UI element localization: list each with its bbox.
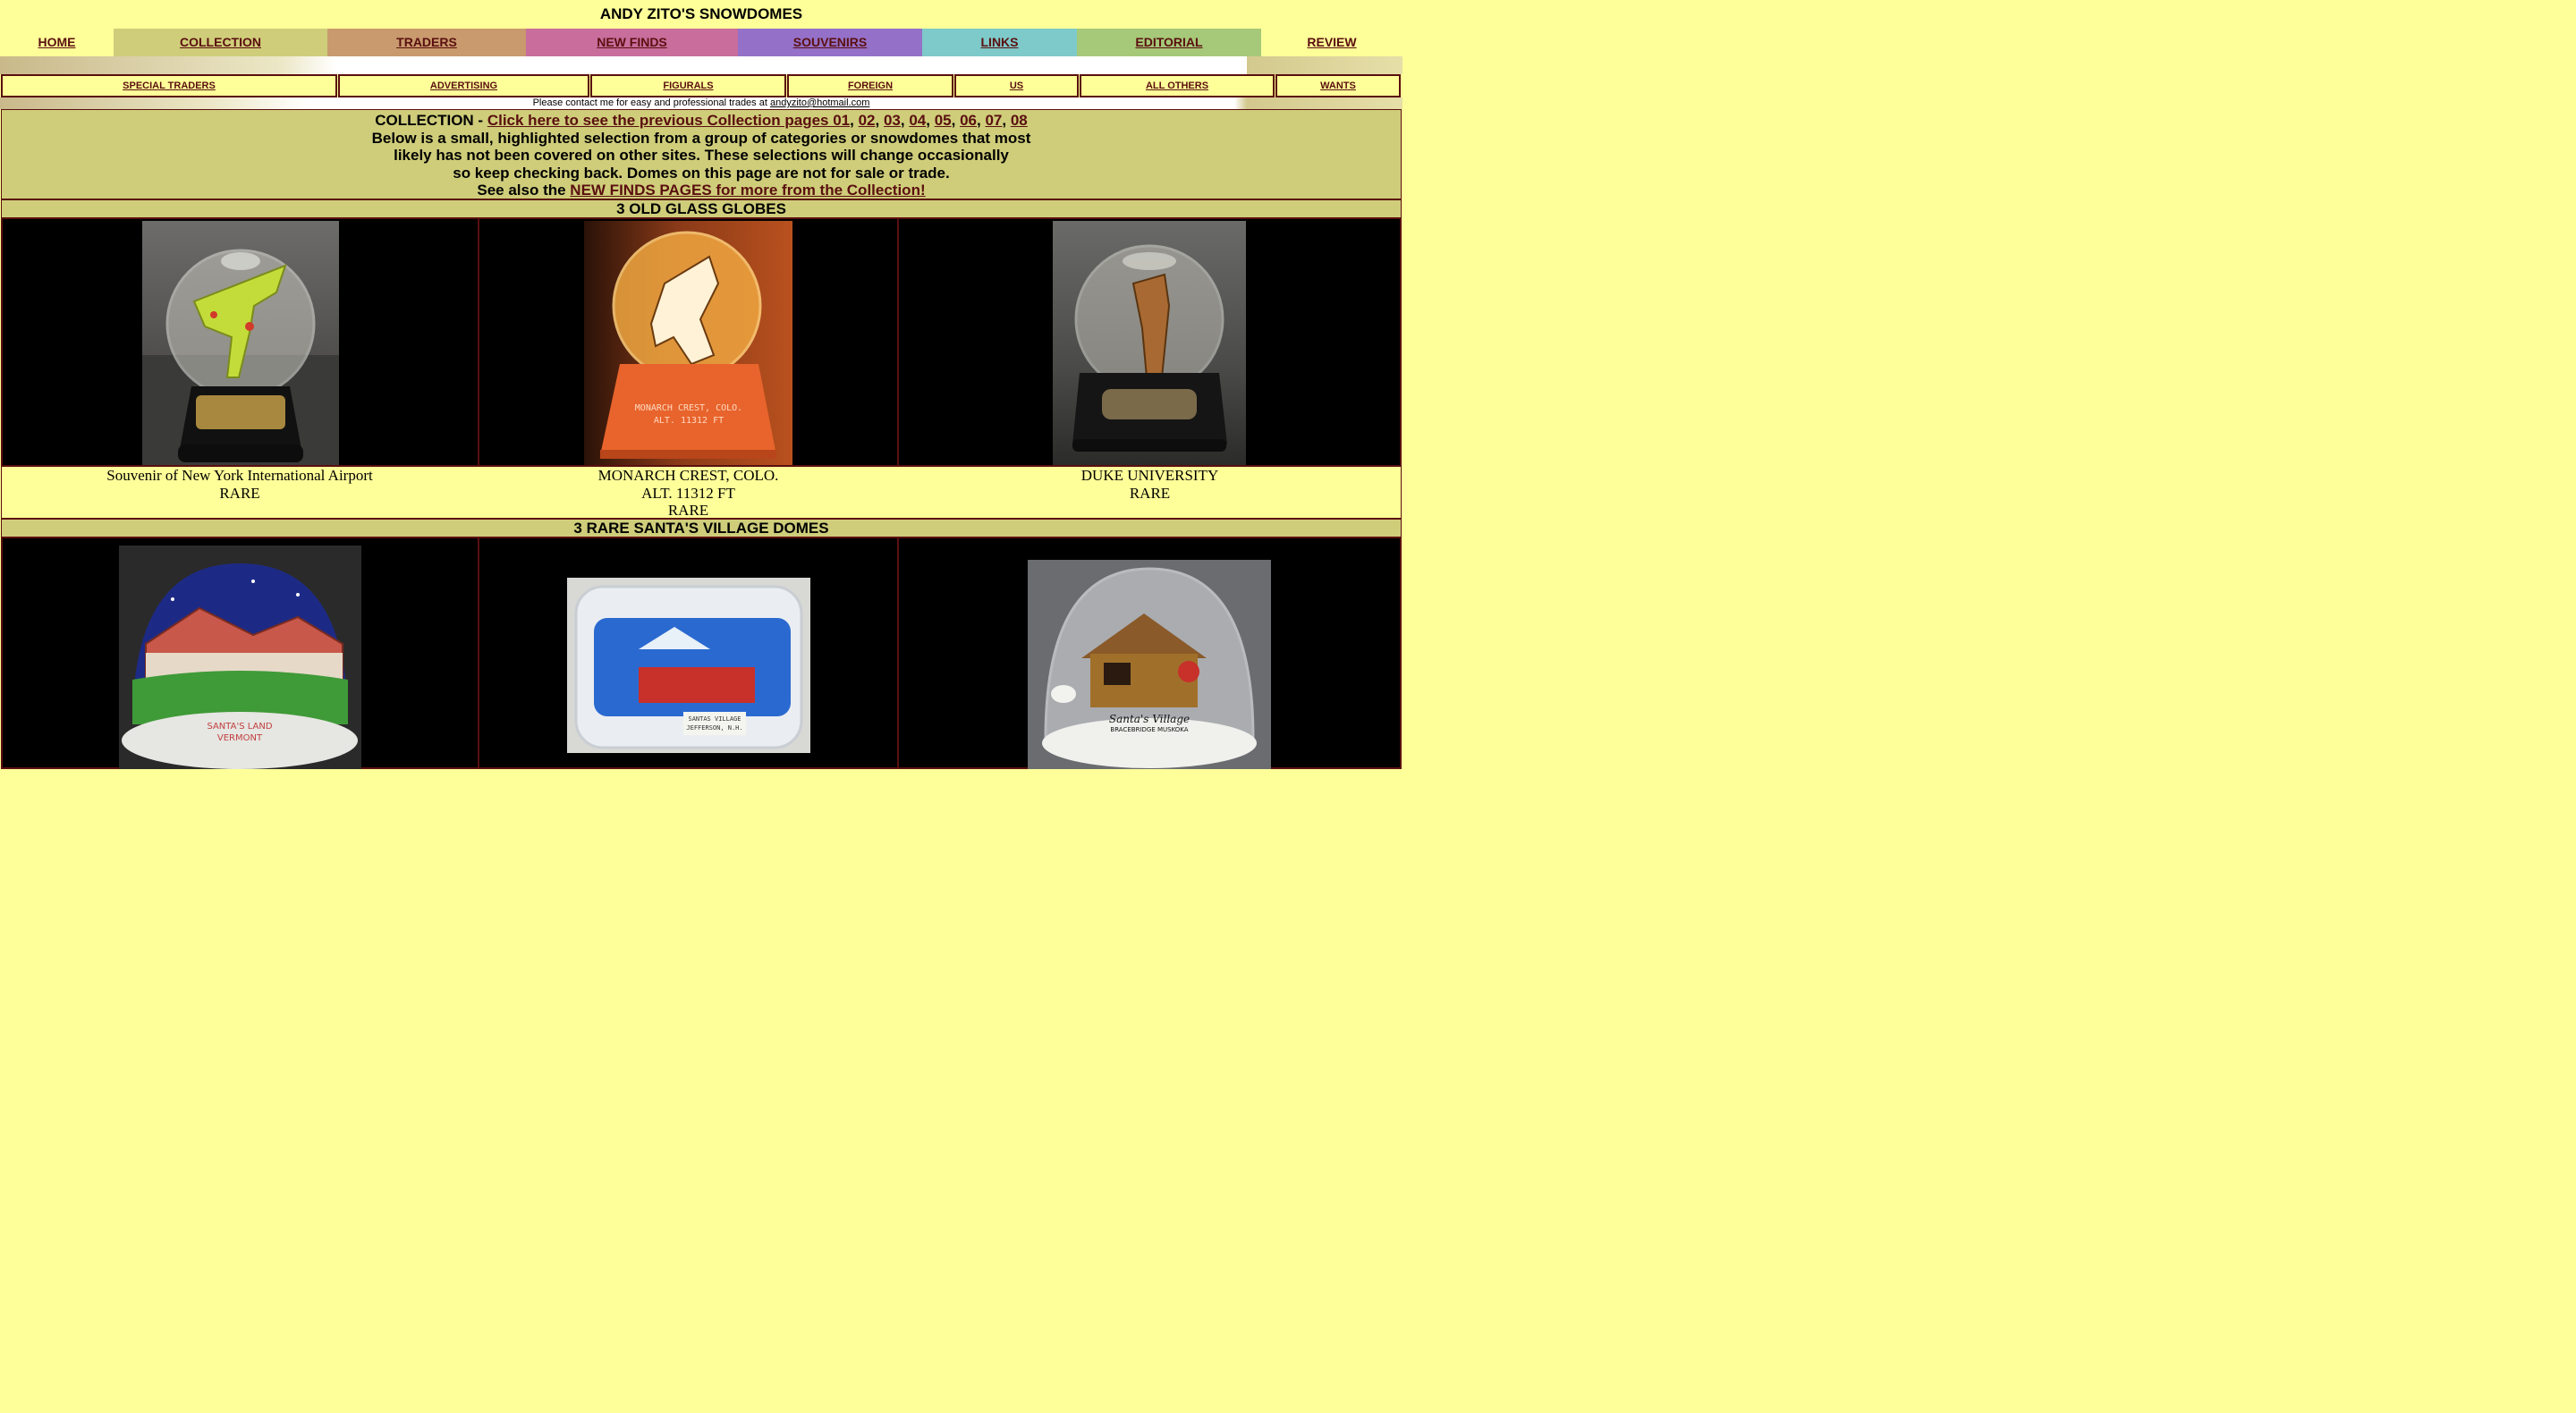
monarch-base-label: MONARCH CREST, COLO.: [635, 403, 742, 413]
santas-land-dome-image: SANTA'S LAND VERMONT: [122, 563, 358, 769]
snowdome-photo-jefferson[interactable]: SANTAS VILLAGE JEFFERSON, N.H.: [567, 578, 810, 753]
sub-nav: SPECIAL TRADERS ADVERTISING FIGURALS FOR…: [0, 74, 1402, 97]
bracebridge-label-2: BRACEBRIDGE MUSKOKA: [1110, 726, 1188, 733]
subnav-us[interactable]: US: [954, 74, 1079, 97]
santas-land-label: SANTA'S LAND: [207, 722, 272, 732]
page-link-05[interactable]: 05: [935, 112, 952, 129]
monarch-crest-globe-image: MONARCH CREST, COLO. ALT. 11312 FT: [600, 231, 776, 459]
jefferson-label: SANTAS VILLAGE: [688, 715, 741, 723]
nav-new-finds[interactable]: NEW FINDS: [526, 29, 738, 56]
subnav-foreign[interactable]: FOREIGN: [787, 74, 953, 97]
airport-globe-image: [142, 249, 339, 465]
contact-email-link[interactable]: andyzito@hotmail.com: [770, 97, 869, 108]
jefferson-dome-image: SANTAS VILLAGE JEFFERSON, N.H.: [574, 585, 803, 749]
subnav-wants[interactable]: WANTS: [1275, 74, 1401, 97]
subnav-advertising[interactable]: ADVERTISING: [338, 74, 589, 97]
new-finds-pages-link[interactable]: NEW FINDS PAGES for more from the Collec…: [570, 182, 925, 199]
page-link-02[interactable]: 02: [859, 112, 876, 129]
page-link-06[interactable]: 06: [960, 112, 977, 129]
divider: [478, 538, 479, 769]
bracebridge-label: Santa's Village: [1109, 713, 1190, 725]
subnav-special-traders[interactable]: SPECIAL TRADERS: [1, 74, 337, 97]
snowdome-photo-airport[interactable]: [142, 221, 339, 465]
subnav-figurals[interactable]: FIGURALS: [590, 74, 786, 97]
section-title-santas-village: 3 RARE SANTA'S VILLAGE DOMES: [2, 520, 1401, 538]
page-link-07[interactable]: 07: [985, 112, 1002, 129]
snowdome-photo-bracebridge[interactable]: Santa's Village BRACEBRIDGE MUSKOKA: [1028, 560, 1271, 769]
collection-intro: COLLECTION - Click here to see the previ…: [2, 110, 1401, 200]
main-nav: HOME COLLECTION TRADERS NEW FINDS SOUVEN…: [0, 29, 1402, 56]
divider: [897, 538, 899, 769]
previous-pages-link[interactable]: Click here to see the previous Collectio…: [487, 112, 850, 129]
nav-review[interactable]: REVIEW: [1261, 29, 1402, 56]
contact-line: Please contact me for easy and professio…: [0, 97, 1402, 109]
nav-souvenirs[interactable]: SOUVENIRS: [738, 29, 922, 56]
intro-line-3: likely has not been covered on other sit…: [394, 147, 1009, 164]
intro-line-5: See also the NEW FINDS PAGES for more fr…: [477, 182, 926, 199]
subnav-all-others[interactable]: ALL OTHERS: [1080, 74, 1275, 97]
monarch-base-label-2: ALT. 11312 FT: [654, 416, 724, 426]
nav-links[interactable]: LINKS: [922, 29, 1077, 56]
snowdome-photo-monarch-crest[interactable]: MONARCH CREST, COLO. ALT. 11312 FT: [584, 221, 792, 465]
intro-line-4: so keep checking back. Domes on this pag…: [453, 164, 950, 182]
caption-row-glass-globes: Souvenir of New York International Airpo…: [2, 465, 1401, 520]
caption-airport: Souvenir of New York International Airpo…: [106, 467, 373, 502]
bracebridge-dome-image: Santa's Village BRACEBRIDGE MUSKOKA: [1042, 567, 1257, 768]
decorative-strip: [0, 56, 1402, 74]
snowdome-photo-duke[interactable]: [1053, 221, 1246, 465]
santas-land-label-2: VERMONT: [217, 733, 263, 743]
snowdome-photo-santas-land[interactable]: SANTA'S LAND VERMONT: [119, 546, 361, 769]
jefferson-label-2: JEFFERSON, N.H.: [686, 724, 742, 732]
nav-collection[interactable]: COLLECTION: [114, 29, 327, 56]
page-link-03[interactable]: 03: [884, 112, 901, 129]
intro-line-1: COLLECTION - Click here to see the previ…: [375, 112, 1028, 129]
caption-duke: DUKE UNIVERSITY RARE: [1080, 467, 1219, 502]
duke-globe-image: [1072, 244, 1227, 452]
page-link-08[interactable]: 08: [1011, 112, 1028, 129]
site-title: ANDY ZITO'S SNOWDOMES: [599, 5, 803, 22]
section-title-glass-globes: 3 OLD GLASS GLOBES: [2, 200, 1401, 219]
contact-text: Please contact me for easy and professio…: [532, 97, 770, 108]
intro-line-2: Below is a small, highlighted selection …: [371, 129, 1031, 147]
nav-traders[interactable]: TRADERS: [327, 29, 526, 56]
nav-editorial[interactable]: EDITORIAL: [1077, 29, 1261, 56]
page-link-04[interactable]: 04: [909, 112, 926, 129]
caption-monarch-crest: MONARCH CREST, COLO. ALT. 11312 FT RARE: [597, 467, 779, 519]
nav-home[interactable]: HOME: [0, 29, 114, 56]
